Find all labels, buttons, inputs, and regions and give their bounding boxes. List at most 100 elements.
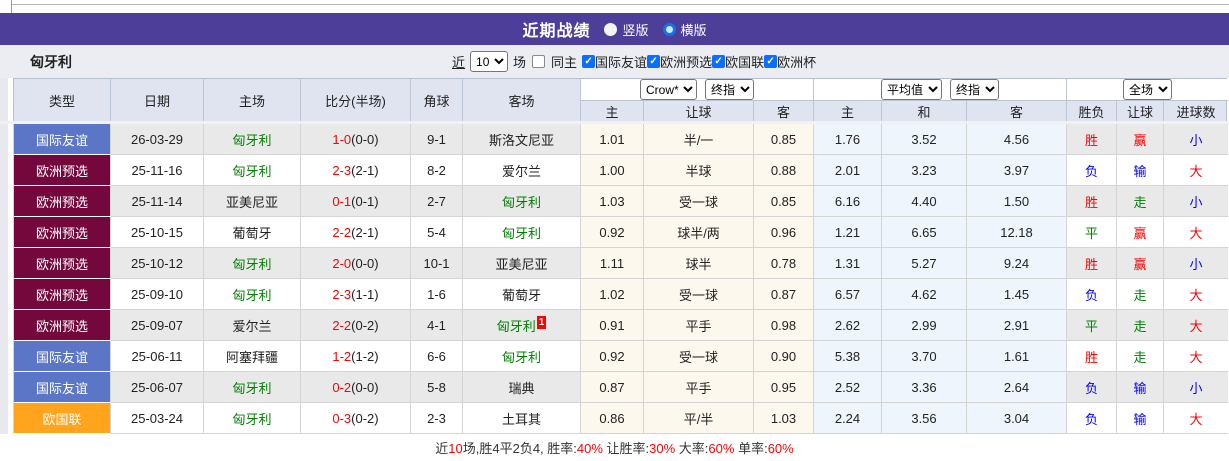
home-team-cell: 亚美尼亚 xyxy=(204,186,301,217)
score-cell: 1-0 (0-0) xyxy=(301,124,411,155)
handicap-home-odds: 1.02 xyxy=(581,279,644,310)
competition-checkbox-2[interactable]: ✓ 欧洲预选 xyxy=(647,52,712,71)
bookmaker-select[interactable]: Crow* xyxy=(640,79,697,100)
match-date: 25-11-16 xyxy=(111,155,204,186)
match-type-badge: 国际友谊 xyxy=(14,124,111,155)
europe-draw-odds: 3.36 xyxy=(882,372,967,403)
fulltime-score: 2-3 xyxy=(332,286,352,302)
fulltime-score: 2-2 xyxy=(332,317,352,333)
handicap-away-odds: 0.88 xyxy=(754,155,814,186)
outcome-result: 平 xyxy=(1067,217,1117,248)
competition-checkbox-3[interactable]: ✓ 欧国联 xyxy=(712,52,764,71)
col-header-date: 日期 xyxy=(111,79,204,122)
match-count-select[interactable]: 10 xyxy=(470,51,509,72)
corners-cell: 2-3 xyxy=(411,403,463,434)
summary-label: 让胜率: xyxy=(602,441,650,456)
handicap-home-odds: 0.86 xyxy=(581,403,644,434)
europe-away-odds: 3.97 xyxy=(967,155,1067,186)
handicap-away-odds: 0.85 xyxy=(754,186,814,217)
handicap-line: 平手 xyxy=(644,372,754,403)
competition-checkbox-4[interactable]: ✓ 欧洲杯 xyxy=(764,52,816,71)
outcome-handicap: 赢 xyxy=(1117,124,1164,155)
table-row: 欧洲预选 25-11-16 匈牙利 2-3 (2-1) 8-2 爱尔兰 1.00 … xyxy=(14,155,1228,186)
focus-team-name: 匈牙利 xyxy=(30,53,72,70)
col-header-score: 比分(半场) xyxy=(301,79,411,122)
checked-checkbox-icon[interactable]: ✓ xyxy=(712,55,726,68)
col-header-type: 类型 xyxy=(14,79,111,122)
halftime-score: (0-1) xyxy=(351,193,379,209)
average-select[interactable]: 平均值 xyxy=(881,79,942,100)
col-header-home: 主场 xyxy=(204,79,301,122)
match-type-badge: 欧洲预选 xyxy=(14,186,111,217)
vertical-layout-radio[interactable]: 竖版 xyxy=(604,20,649,39)
europe-draw-odds: 3.52 xyxy=(882,124,967,155)
outcome-handicap: 走 xyxy=(1117,186,1164,217)
table-header: 类型 日期 主场 比分(半场) 角球 客场 Crow* 终指 平均值 终指 全场… xyxy=(13,78,1228,123)
europe-home-odds: 1.76 xyxy=(814,124,882,155)
horizontal-layout-label: 横版 xyxy=(680,22,707,38)
handicap-away-odds: 0.78 xyxy=(754,248,814,279)
home-team-cell: 匈牙利 xyxy=(204,248,301,279)
europe-away-odds: 3.04 xyxy=(967,403,1067,434)
outcome-goals: 大 xyxy=(1164,310,1228,341)
outcome-result: 负 xyxy=(1067,403,1117,434)
radio-selected-icon[interactable] xyxy=(662,22,676,36)
table-row: 国际友谊 26-03-29 匈牙利 1-0 (0-0) 9-1 斯洛文尼亚 1.0… xyxy=(14,124,1228,155)
match-date: 25-06-11 xyxy=(111,341,204,372)
scope-select[interactable]: 全场 xyxy=(1123,79,1172,100)
fulltime-score: 1-0 xyxy=(332,131,352,147)
radio-unselected-icon[interactable] xyxy=(604,22,618,36)
col-header-corner: 角球 xyxy=(411,79,463,122)
table-row: 国际友谊 25-06-07 匈牙利 0-2 (0-0) 5-8 瑞典 0.87 平… xyxy=(14,372,1228,403)
outcome-handicap: 走 xyxy=(1117,279,1164,310)
outcome-goals: 小 xyxy=(1164,372,1228,403)
outcome-handicap: 走 xyxy=(1117,341,1164,372)
corners-cell: 1-6 xyxy=(411,279,463,310)
match-type-badge: 欧洲预选 xyxy=(14,155,111,186)
fulltime-score: 2-3 xyxy=(332,162,352,178)
fulltime-score: 0-3 xyxy=(332,410,352,426)
horizontal-layout-radio[interactable]: 横版 xyxy=(662,20,707,39)
outcome-goals: 小 xyxy=(1164,186,1228,217)
handicap-line: 受一球 xyxy=(644,341,754,372)
top-strip xyxy=(0,0,1229,13)
corners-cell: 6-6 xyxy=(411,341,463,372)
table-row: 国际友谊 25-06-11 阿塞拜疆 1-2 (1-2) 6-6 匈牙利 0.92… xyxy=(14,341,1228,372)
checked-checkbox-icon[interactable]: ✓ xyxy=(764,55,778,68)
match-type-badge: 欧洲预选 xyxy=(14,217,111,248)
handicap-index-select[interactable]: 终指 xyxy=(705,79,754,100)
outcome-result: 胜 xyxy=(1067,124,1117,155)
halftime-score: (1-1) xyxy=(351,286,379,302)
handicap-away-odds: 1.03 xyxy=(754,403,814,434)
europe-home-odds: 2.52 xyxy=(814,372,882,403)
corners-cell: 8-2 xyxy=(411,155,463,186)
match-date: 26-03-29 xyxy=(111,124,204,155)
same-home-checkbox[interactable] xyxy=(532,55,546,68)
score-cell: 0-2 (0-0) xyxy=(301,372,411,403)
checked-checkbox-icon[interactable]: ✓ xyxy=(647,55,661,68)
europe-home-odds: 1.21 xyxy=(814,217,882,248)
europe-index-select[interactable]: 终指 xyxy=(950,79,999,100)
col-header-handicap-home: 主 xyxy=(581,101,644,122)
away-team-cell: 匈牙利 xyxy=(463,186,581,217)
near-link[interactable]: 近 xyxy=(452,52,465,71)
table-row: 欧国联 25-03-24 匈牙利 0-3 (0-2) 2-3 土耳其 0.86 平… xyxy=(14,403,1228,434)
col-header-europe-draw: 和 xyxy=(882,101,967,122)
checked-checkbox-icon[interactable]: ✓ xyxy=(582,55,596,68)
outcome-goals: 小 xyxy=(1164,124,1228,155)
col-header-europe-home: 主 xyxy=(814,101,882,122)
outcome-result: 胜 xyxy=(1067,341,1117,372)
europe-away-odds: 12.18 xyxy=(967,217,1067,248)
score-cell: 2-0 (0-0) xyxy=(301,248,411,279)
away-team-name: 斯洛文尼亚 xyxy=(488,132,554,148)
match-date: 25-03-24 xyxy=(111,403,204,434)
europe-away-odds: 4.56 xyxy=(967,124,1067,155)
outcome-goals: 大 xyxy=(1164,403,1228,434)
home-team-name: 葡萄牙 xyxy=(232,225,272,241)
away-team-cell: 土耳其 xyxy=(463,403,581,434)
outcome-handicap: 输 xyxy=(1117,372,1164,403)
europe-draw-odds: 3.23 xyxy=(882,155,967,186)
away-team-cell: 亚美尼亚 xyxy=(463,248,581,279)
table-row: 欧洲预选 25-09-10 匈牙利 2-3 (1-1) 1-6 葡萄牙 1.02 … xyxy=(14,279,1228,310)
competition-checkbox-1[interactable]: ✓ 国际友谊 xyxy=(582,52,647,71)
